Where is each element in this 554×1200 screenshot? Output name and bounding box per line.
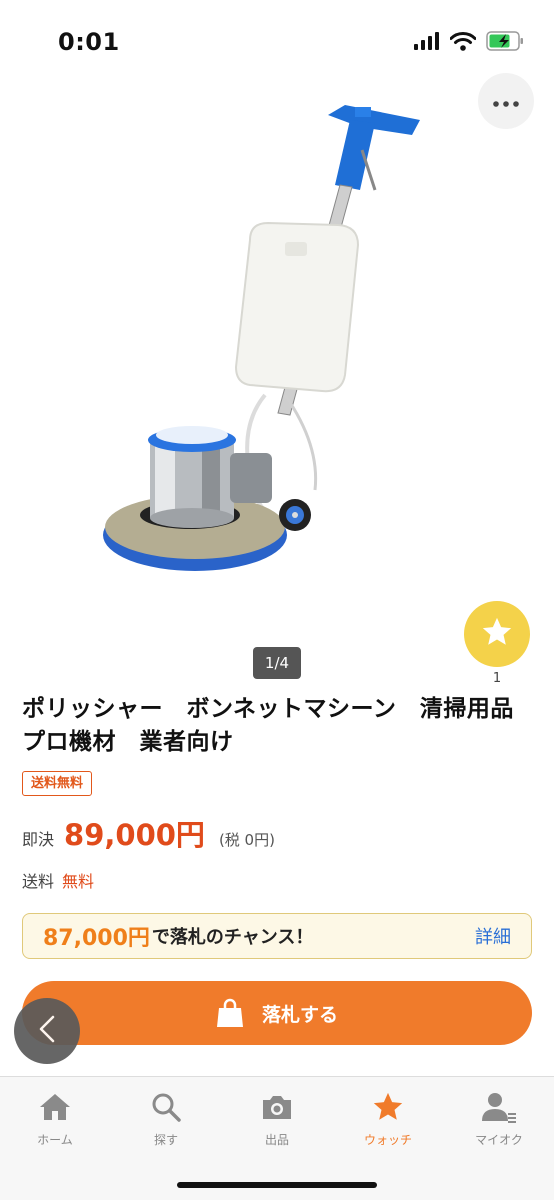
tab-home-label: ホーム <box>37 1133 73 1147</box>
product-image[interactable] <box>90 95 430 585</box>
chance-detail-link[interactable]: 詳細 <box>475 923 511 949</box>
back-button[interactable] <box>14 998 80 1064</box>
tab-search[interactable]: 探す <box>111 1089 221 1148</box>
cellular-signal-icon <box>414 32 440 54</box>
search-icon <box>150 1089 182 1125</box>
chance-text: で落札のチャンス！ <box>151 927 314 948</box>
status-bar: 0:01 <box>0 0 554 88</box>
more-horizontal-icon <box>493 92 519 111</box>
shipping-value: 無料 <box>62 872 95 891</box>
price-tax: (税 0円) <box>218 831 275 849</box>
chevron-left-icon <box>37 1014 57 1048</box>
wifi-icon <box>449 31 477 55</box>
tab-watch-label: ウォッチ <box>363 1133 412 1147</box>
star-icon <box>371 1089 405 1125</box>
tab-home[interactable]: ホーム <box>0 1089 110 1148</box>
image-counter: 1/4 <box>253 647 301 679</box>
tab-my-auction[interactable]: マイオク <box>444 1089 554 1148</box>
price-value: 89,000円 <box>64 818 205 852</box>
free-shipping-badge: 送料無料 <box>22 771 93 796</box>
buy-now-button[interactable]: 落札する <box>22 981 532 1045</box>
tab-sell[interactable]: 出品 <box>222 1089 332 1148</box>
battery-charging-icon <box>486 31 524 55</box>
product-title: ポリッシャー ボンネットマシーン 清掃用品 プロ機材 業者向け <box>22 696 538 755</box>
tab-sell-label: 出品 <box>264 1133 289 1147</box>
watch-star-button[interactable] <box>464 601 530 667</box>
tab-my-auction-label: マイオク <box>475 1133 523 1147</box>
price-label: 即決 <box>22 830 55 849</box>
status-time: 0:01 <box>58 28 120 56</box>
chance-banner[interactable]: 87,000円 で落札のチャンス！ 詳細 <box>22 913 532 959</box>
star-icon <box>480 615 514 653</box>
buy-now-label: 落札する <box>261 1003 338 1026</box>
status-icons <box>414 31 524 55</box>
tab-watch[interactable]: ウォッチ <box>333 1089 443 1148</box>
more-options-button[interactable] <box>478 73 534 129</box>
shipping-row: 送料 無料 <box>22 868 94 892</box>
tab-search-label: 探す <box>153 1133 178 1147</box>
price-row: 即決 89,000円 (税 0円) <box>22 812 275 856</box>
shopping-bag-icon <box>216 998 244 1028</box>
camera-icon <box>260 1089 294 1125</box>
tab-bar: ホーム 探す 出品 ウォッチ マイオク <box>0 1076 554 1200</box>
chance-price: 87,000円 <box>43 926 150 951</box>
user-menu-icon <box>481 1089 517 1125</box>
watch-count: 1 <box>492 671 502 686</box>
home-icon <box>38 1089 72 1125</box>
home-indicator <box>177 1182 377 1188</box>
shipping-label: 送料 <box>22 872 55 891</box>
